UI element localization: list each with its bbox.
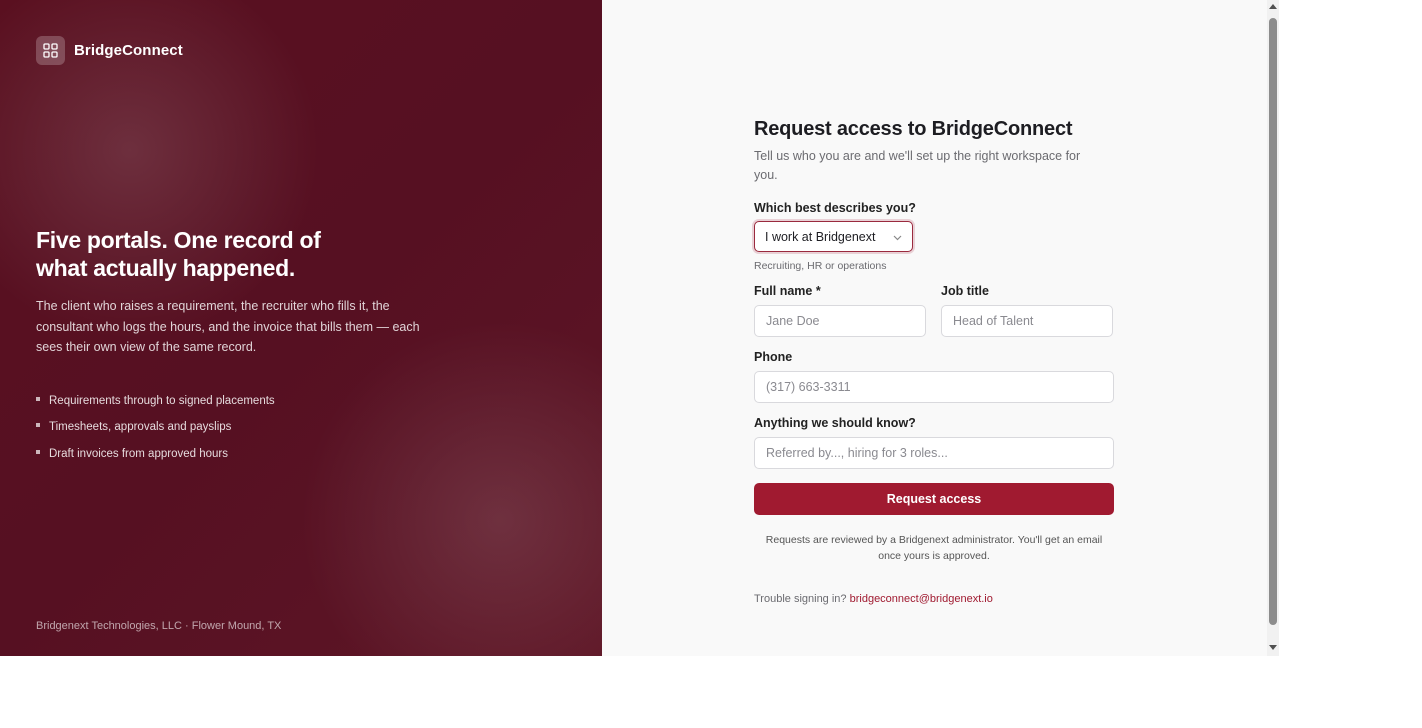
- form-panel: Request access to BridgeConnect Tell us …: [602, 0, 1267, 656]
- feature-text: Draft invoices from approved hours: [49, 447, 228, 460]
- feature-text: Timesheets, approvals and payslips: [49, 421, 232, 434]
- feature-item: Draft invoices from approved hours: [36, 441, 456, 468]
- scrollbar-thumb[interactable]: [1269, 18, 1277, 625]
- chevron-down-icon: [893, 230, 902, 244]
- role-select-value: I work at Bridgenext: [765, 229, 876, 244]
- bullet-icon: [36, 449, 40, 454]
- brand-name: BridgeConnect: [74, 42, 183, 59]
- hero: Five portals. One record of what actuall…: [36, 226, 456, 467]
- form-subtitle: Tell us who you are and we'll set up the…: [754, 149, 1081, 182]
- grid-icon: [36, 36, 65, 65]
- role-select[interactable]: I work at Bridgenext: [754, 221, 913, 252]
- name-row: Full name * Jane Doe Job title Head of T…: [754, 284, 1114, 337]
- hero-title: Five portals. One record of what actuall…: [36, 227, 321, 281]
- trouble-text: Trouble signing in?: [754, 593, 847, 605]
- jobtitle-group: Job title Head of Talent: [941, 284, 1113, 337]
- notes-group: Anything we should know? Referred by...,…: [754, 416, 1114, 469]
- phone-input[interactable]: (317) 663-3311: [754, 371, 1114, 403]
- brand: BridgeConnect: [36, 36, 183, 65]
- marketing-panel: BridgeConnect Five portals. One record o…: [0, 0, 602, 656]
- feature-item: Timesheets, approvals and payslips: [36, 414, 456, 441]
- support-line: Trouble signing in? bridgeconnect@bridge…: [754, 593, 1114, 605]
- support-email-link[interactable]: bridgeconnect@bridgenext.io: [850, 593, 993, 605]
- role-hint: Recruiting, HR or operations: [754, 260, 887, 272]
- phone-group: Phone (317) 663-3311: [754, 350, 1114, 403]
- fullname-input[interactable]: Jane Doe: [754, 305, 926, 337]
- scroll-up-arrow-icon[interactable]: [1269, 4, 1277, 9]
- notes-input[interactable]: Referred by..., hiring for 3 roles...: [754, 437, 1114, 469]
- phone-label: Phone: [754, 350, 793, 364]
- request-access-form: Request access to BridgeConnect Tell us …: [754, 118, 1114, 605]
- notes-label: Anything we should know?: [754, 416, 916, 430]
- fullname-group: Full name * Jane Doe: [754, 284, 926, 337]
- scrollbar[interactable]: [1267, 0, 1279, 656]
- jobtitle-label: Job title: [941, 284, 989, 298]
- role-label: Which best describes you?: [754, 201, 916, 215]
- app-frame: BridgeConnect Five portals. One record o…: [0, 0, 1279, 656]
- feature-list: Requirements through to signed placement…: [36, 388, 456, 468]
- feature-item: Requirements through to signed placement…: [36, 388, 456, 415]
- fullname-label: Full name *: [754, 284, 821, 298]
- company-footer: Bridgenext Technologies, LLC · Flower Mo…: [36, 620, 282, 632]
- hero-description: The client who raises a requirement, the…: [36, 299, 420, 354]
- request-access-button[interactable]: Request access: [754, 483, 1114, 515]
- jobtitle-input[interactable]: Head of Talent: [941, 305, 1113, 337]
- review-note: Requests are reviewed by a Bridgenext ad…: [765, 534, 1103, 562]
- feature-text: Requirements through to signed placement…: [49, 394, 275, 407]
- bullet-icon: [36, 423, 40, 428]
- bullet-icon: [36, 396, 40, 401]
- form-title: Request access to BridgeConnect: [754, 118, 1073, 140]
- scroll-down-arrow-icon[interactable]: [1269, 645, 1277, 650]
